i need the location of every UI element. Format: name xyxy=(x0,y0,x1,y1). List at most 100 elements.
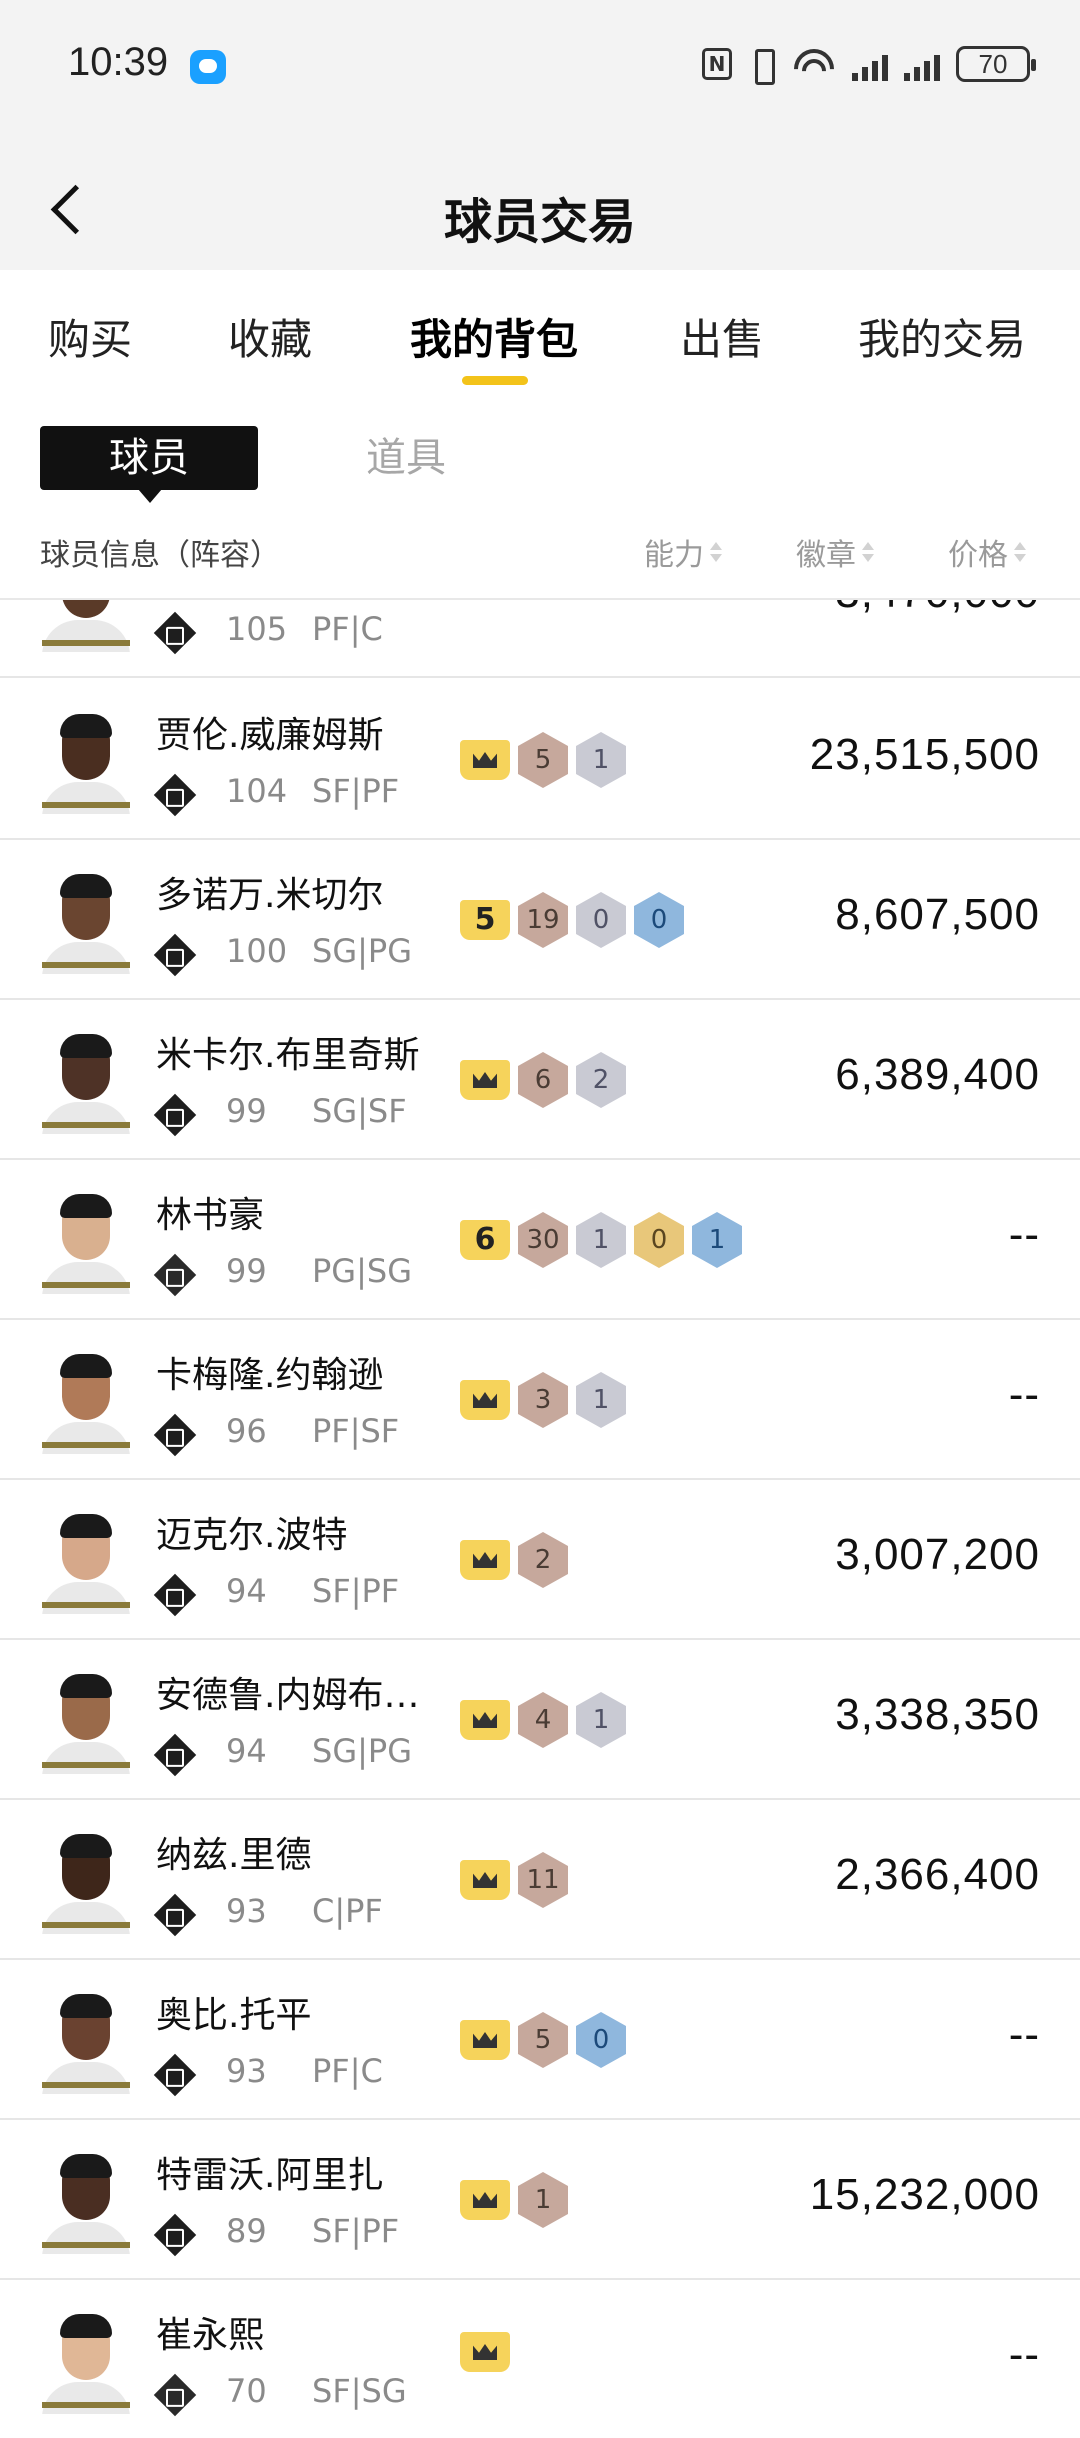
player-row[interactable]: 多诺万.米切尔 100 SG|PG 5 19 0 0 8,607,500 xyxy=(0,840,1080,1000)
subtab-player[interactable]: 球员 xyxy=(40,426,258,503)
bronze-badge-count: 4 xyxy=(518,1692,568,1748)
bronze-badge-count: 5 xyxy=(518,2012,568,2068)
ability-level-badge xyxy=(460,1060,510,1100)
player-badges: 1 xyxy=(460,2172,568,2228)
player-position: SF|PF xyxy=(312,2212,400,2250)
bronze-badge-count: 3 xyxy=(518,1372,568,1428)
silver-badge-count: 1 xyxy=(576,1372,626,1428)
player-row[interactable]: 贾伦.威廉姆斯 104 SF|PF 5 1 23,515,500 xyxy=(0,680,1080,840)
sort-icon xyxy=(862,540,874,564)
player-position: PF|C xyxy=(312,610,383,648)
player-ovr: 100 xyxy=(226,932,288,970)
player-row[interactable]: 特雷沃.阿里扎 89 SF|PF 1 15,232,000 xyxy=(0,2120,1080,2280)
bronze-badge-count: 6 xyxy=(518,1052,568,1108)
tab-my-backpack[interactable]: 我的背包 xyxy=(410,306,578,367)
column-ability-label: 能力 xyxy=(644,538,704,573)
player-badges: 62 xyxy=(460,1052,626,1108)
crown-icon xyxy=(473,1392,497,1408)
crown-icon xyxy=(473,1872,497,1888)
ability-level-badge xyxy=(460,2180,510,2220)
status-time: 10:39 xyxy=(68,40,169,84)
player-ovr: 96 xyxy=(226,1412,267,1450)
player-ovr: 105 xyxy=(226,610,288,648)
player-row[interactable]: 105 PF|C 3,470,000 xyxy=(0,600,1080,678)
player-row[interactable]: 林书豪 99 PG|SG 6 30 1 0 1 -- xyxy=(0,1160,1080,1320)
ability-level-badge xyxy=(460,1860,510,1900)
player-row[interactable]: 崔永熙 70 SF|SG -- xyxy=(0,2280,1080,2438)
player-ovr: 94 xyxy=(226,1572,267,1610)
silver-badge-count: 1 xyxy=(576,1692,626,1748)
blue-badge-count: 0 xyxy=(634,892,684,948)
player-ovr: 93 xyxy=(226,2052,267,2090)
player-avatar xyxy=(40,2150,132,2254)
player-avatar xyxy=(40,1350,132,1454)
sort-icon xyxy=(710,540,722,564)
player-price: 3,338,350 xyxy=(835,1690,1040,1739)
player-avatar xyxy=(40,710,132,814)
main-tabs: 购买 收藏 我的背包 出售 我的交易 xyxy=(0,270,1080,390)
player-name: 安德鲁.内姆布… xyxy=(156,1675,420,1716)
player-badges xyxy=(460,2332,510,2372)
player-position: PF|C xyxy=(312,2052,383,2090)
player-position: SG|PG xyxy=(312,1732,412,1770)
card-tier-icon xyxy=(153,773,197,817)
tab-favorites[interactable]: 收藏 xyxy=(228,306,312,367)
player-row[interactable]: 米卡尔.布里奇斯 99 SG|SF 6 2 6,389,400 xyxy=(0,1000,1080,1160)
player-name: 纳兹.里德 xyxy=(156,1835,312,1876)
player-name: 崔永熙 xyxy=(156,2315,265,2356)
player-ovr: 99 xyxy=(226,1252,267,1290)
player-badges: 11 xyxy=(460,1852,568,1908)
player-badges: 51 xyxy=(460,732,626,788)
nfc-icon: N xyxy=(702,48,732,80)
tab-my-trades[interactable]: 我的交易 xyxy=(858,306,1026,367)
player-badges: 31 xyxy=(460,1372,626,1428)
silver-badge-count: 0 xyxy=(576,892,626,948)
ability-level-badge: 6 xyxy=(460,1220,510,1260)
player-position: SG|PG xyxy=(312,932,412,970)
bronze-badge-count: 2 xyxy=(518,1532,568,1588)
player-list[interactable]: 105PF|C3,470,000贾伦.威廉姆斯104SF|PF5123,515,… xyxy=(0,598,1080,2438)
player-position: SG|SF xyxy=(312,1092,407,1130)
player-position: SF|PF xyxy=(312,772,400,810)
vibrate-icon xyxy=(748,47,776,85)
wifi-icon xyxy=(792,47,836,81)
card-tier-icon xyxy=(153,2053,197,2097)
silver-badge-count: 2 xyxy=(576,1052,626,1108)
column-price-label: 价格 xyxy=(948,538,1008,573)
tab-sell[interactable]: 出售 xyxy=(680,306,764,367)
player-price: -- xyxy=(1008,2330,1040,2379)
column-player-info: 球员信息（阵容） xyxy=(40,538,280,573)
player-name: 贾伦.威廉姆斯 xyxy=(156,715,384,756)
column-price-sort[interactable]: 价格 xyxy=(948,530,1026,574)
player-name: 特雷沃.阿里扎 xyxy=(156,2155,384,2196)
signal-icon xyxy=(852,47,888,81)
player-row[interactable]: 奥比.托平 93 PF|C 5 0 -- xyxy=(0,1960,1080,2120)
player-ovr: 99 xyxy=(226,1092,267,1130)
player-row[interactable]: 安德鲁.内姆布… 94 SG|PG 4 1 3,338,350 xyxy=(0,1640,1080,1800)
active-tab-indicator xyxy=(462,376,528,385)
tab-buy[interactable]: 购买 xyxy=(48,306,132,367)
message-notification-icon xyxy=(190,50,226,84)
card-tier-icon xyxy=(153,2373,197,2417)
player-price: 23,515,500 xyxy=(809,730,1040,779)
subtab-items[interactable]: 道具 xyxy=(366,426,446,490)
blue-badge-count: 1 xyxy=(692,1212,742,1268)
player-position: SF|SG xyxy=(312,2372,407,2410)
player-avatar xyxy=(40,1510,132,1614)
player-name: 米卡尔.布里奇斯 xyxy=(156,1035,420,1076)
card-tier-icon xyxy=(153,933,197,977)
player-ovr: 70 xyxy=(226,2372,267,2410)
crown-icon xyxy=(473,2032,497,2048)
player-price: -- xyxy=(1008,1210,1040,1259)
player-avatar xyxy=(40,1190,132,1294)
column-ability-sort[interactable]: 能力 xyxy=(644,530,722,574)
player-ovr: 89 xyxy=(226,2212,267,2250)
card-tier-icon xyxy=(153,1093,197,1137)
column-badges-sort[interactable]: 徽章 xyxy=(796,530,874,574)
player-row[interactable]: 迈克尔.波特 94 SF|PF 2 3,007,200 xyxy=(0,1480,1080,1640)
sort-icon xyxy=(1014,540,1026,564)
player-row[interactable]: 卡梅隆.约翰逊 96 PF|SF 3 1 -- xyxy=(0,1320,1080,1480)
gold-badge-count: 0 xyxy=(634,1212,684,1268)
player-row[interactable]: 纳兹.里德 93 C|PF 11 2,366,400 xyxy=(0,1800,1080,1960)
player-position: PF|SF xyxy=(312,1412,400,1450)
